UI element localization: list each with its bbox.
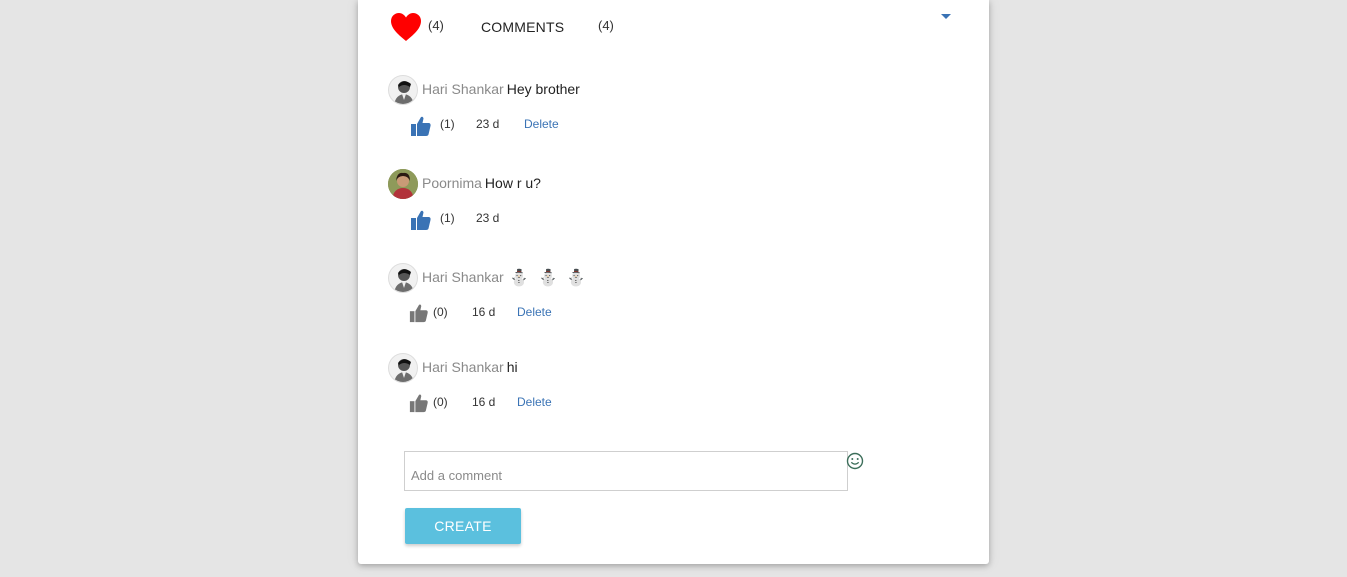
snowman-icon: ⛄	[509, 268, 529, 287]
comment-input[interactable]	[405, 452, 847, 490]
comment-line: Hari Shankar Hey brother	[422, 81, 580, 97]
heart-icon[interactable]	[390, 12, 422, 42]
delete-link[interactable]: Delete	[517, 305, 552, 319]
comment-author[interactable]: Poornima	[422, 175, 482, 191]
comment-age: 16 d	[472, 395, 496, 409]
thumbs-up-icon[interactable]	[409, 393, 429, 413]
comment-item: Hari Shankar Hey brother (1) 23 d Delete	[388, 75, 948, 145]
comment-text: How r u?	[484, 175, 541, 191]
comments-count: (4)	[598, 18, 614, 33]
thumbs-up-icon[interactable]	[410, 115, 432, 137]
comment-line: Hari Shankar hi	[422, 359, 518, 375]
comment-item: Hari Shankar hi (0) 16 d Delete	[388, 353, 948, 423]
like-count: (0)	[433, 395, 448, 409]
emoji-picker-icon[interactable]	[846, 452, 864, 470]
avatar[interactable]	[388, 263, 418, 293]
avatar[interactable]	[388, 169, 418, 199]
comment-input-box	[404, 451, 848, 491]
like-count: (0)	[433, 305, 448, 319]
likes-count: (4)	[428, 18, 444, 33]
thumbs-up-icon[interactable]	[409, 303, 429, 323]
avatar[interactable]	[388, 353, 418, 383]
like-count: (1)	[440, 211, 455, 225]
comment-age: 23 d	[476, 117, 500, 131]
comment-text: hi	[506, 359, 518, 375]
comments-label[interactable]: COMMENTS	[481, 19, 564, 35]
snowman-icon: ⛄	[566, 268, 586, 287]
create-button[interactable]: CREATE	[405, 508, 521, 544]
delete-link[interactable]: Delete	[524, 117, 559, 131]
caret-down-icon[interactable]	[940, 8, 952, 19]
comment-line: Poornima How r u?	[422, 175, 541, 191]
comment-text: Hey brother	[506, 81, 580, 97]
comment-line: Hari Shankar	[422, 269, 507, 285]
comments-card: (4) COMMENTS (4) Hari Shankar Hey brother…	[358, 0, 989, 564]
comment-item: Poornima How r u? (1) 23 d	[388, 169, 948, 239]
thumbs-up-icon[interactable]	[410, 209, 432, 231]
comment-item: Hari Shankar ⛄ ⛄ ⛄ (0) 16 d Delete	[388, 263, 948, 333]
avatar[interactable]	[388, 75, 418, 105]
like-count: (1)	[440, 117, 455, 131]
comment-age: 23 d	[476, 211, 500, 225]
snowman-icon: ⛄	[538, 268, 558, 287]
comment-age: 16 d	[472, 305, 496, 319]
comment-author[interactable]: Hari Shankar	[422, 81, 504, 97]
comment-author[interactable]: Hari Shankar	[422, 269, 504, 285]
delete-link[interactable]: Delete	[517, 395, 552, 409]
comment-author[interactable]: Hari Shankar	[422, 359, 504, 375]
